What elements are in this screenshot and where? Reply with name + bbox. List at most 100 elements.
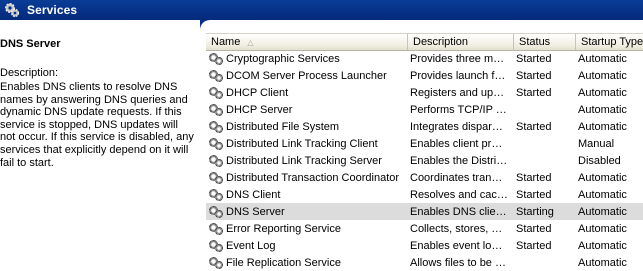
table-row[interactable]: Distributed Link Tracking Server Enables … — [206, 152, 643, 169]
service-name-cell: File Replication Service — [206, 256, 408, 270]
description-label: Description: — [0, 67, 59, 79]
table-row[interactable]: DNS Client Resolves and cac… Started Automa… — [206, 186, 643, 203]
gear-small — [215, 158, 223, 167]
service-name-cell: Event Log — [206, 239, 408, 253]
service-startup-type: Automatic — [578, 171, 627, 184]
service-name: DCOM Server Process Launcher — [226, 69, 387, 82]
service-gear-icon — [208, 86, 224, 100]
list-header: Name △ Description Status Startup Type — [206, 33, 643, 51]
service-description: Coordinates tran… — [410, 171, 503, 184]
gear-small — [215, 56, 223, 65]
service-name-cell: DHCP Server — [206, 103, 408, 117]
service-name: DNS Server — [226, 205, 285, 218]
service-status: Started — [516, 120, 552, 133]
gear-small — [215, 141, 223, 150]
window-title: Services — [27, 3, 78, 17]
service-startup-type: Automatic — [578, 52, 627, 65]
table-row[interactable]: DHCP Server Performs TCP/IP … Automatic — [206, 101, 643, 118]
service-name-cell: Cryptographic Services — [206, 52, 408, 66]
service-status: Started — [516, 171, 552, 184]
column-header-description[interactable]: Description — [408, 34, 514, 50]
table-row[interactable]: Distributed Link Tracking Client Enables … — [206, 135, 643, 152]
service-status: Started — [516, 222, 552, 235]
column-header-status[interactable]: Status — [514, 34, 576, 50]
table-row[interactable]: Distributed File System Integrates dispar… — [206, 118, 643, 135]
table-row[interactable]: File Replication Service Allows files to … — [206, 254, 643, 271]
service-name: Distributed File System — [226, 120, 340, 133]
table-row[interactable]: Event Log Enables event lo… Started Automat… — [206, 237, 643, 254]
table-row[interactable]: Cryptographic Services Provides three m… S… — [206, 50, 643, 67]
selected-service-name: DNS Server — [0, 38, 61, 50]
table-row[interactable]: DCOM Server Process Launcher Provides lau… — [206, 67, 643, 84]
service-description: Collects, stores, … — [410, 222, 503, 235]
service-description: Enables the Distri… — [410, 154, 508, 167]
service-gear-icon — [208, 69, 224, 83]
service-startup-type: Automatic — [578, 103, 627, 116]
column-header-startup-type[interactable]: Startup Type — [576, 34, 643, 50]
service-name-cell: DHCP Client — [206, 86, 408, 100]
service-startup-type: Automatic — [578, 256, 627, 269]
service-status: Starting — [516, 205, 554, 218]
gear-small — [215, 90, 223, 99]
gear-small — [215, 175, 223, 184]
column-header-name-label: Name — [211, 36, 241, 48]
service-name: Event Log — [226, 239, 276, 252]
extended-detail-pane: DNS Server Description: Enables DNS clie… — [0, 20, 200, 265]
service-status: Started — [516, 239, 552, 252]
service-name-cell: DNS Client — [206, 188, 408, 202]
service-name-cell: Distributed Transaction Coordinator — [206, 171, 408, 185]
service-gear-icon — [208, 52, 224, 66]
service-startup-type: Automatic — [578, 188, 627, 201]
service-status: Started — [516, 86, 552, 99]
service-startup-type: Disabled — [578, 154, 621, 167]
service-name-cell: DNS Server — [206, 205, 408, 219]
sort-ascending-icon: △ — [247, 38, 254, 47]
service-description: Enables event lo… — [410, 239, 503, 252]
service-description: Provides launch f… — [410, 69, 506, 82]
service-name: File Replication Service — [226, 256, 341, 269]
service-gear-icon — [208, 188, 224, 202]
service-startup-type: Manual — [578, 137, 615, 150]
service-name: DHCP Client — [226, 86, 289, 99]
table-row[interactable]: DHCP Client Registers and up… Started Autom… — [206, 84, 643, 101]
gear-small — [215, 243, 223, 252]
service-description: Resolves and cac… — [410, 188, 508, 201]
gear-small — [215, 226, 223, 235]
gear-small — [215, 107, 223, 116]
service-startup-type: Automatic — [578, 222, 627, 235]
service-gear-icon — [208, 137, 224, 151]
table-row[interactable]: Distributed Transaction Coordinator Coord… — [206, 169, 643, 186]
service-name-cell: Distributed File System — [206, 120, 408, 134]
table-row[interactable]: Error Reporting Service Collects, stores,… — [206, 220, 643, 237]
service-name-cell: Distributed Link Tracking Server — [206, 154, 408, 168]
service-gear-icon — [208, 256, 224, 270]
service-gear-icon — [208, 205, 224, 219]
service-startup-type: Automatic — [578, 239, 627, 252]
services-list: Cryptographic Services Provides three m… S… — [206, 50, 643, 271]
table-row[interactable]: DNS Server Enables DNS clie… Starting Autom… — [206, 203, 643, 220]
column-header-name[interactable]: Name △ — [206, 34, 408, 50]
service-name-cell: DCOM Server Process Launcher — [206, 69, 408, 83]
service-name-cell: Error Reporting Service — [206, 222, 408, 236]
gear-small — [215, 73, 223, 82]
services-gear-icon — [4, 2, 20, 18]
service-description: Enables DNS clie… — [410, 205, 507, 218]
service-status: Started — [516, 69, 552, 82]
service-description: Provides three m… — [410, 52, 505, 65]
service-name: Cryptographic Services — [226, 52, 340, 65]
service-description: Registers and up… — [410, 86, 505, 99]
service-gear-icon — [208, 103, 224, 117]
service-gear-icon — [208, 120, 224, 134]
service-startup-type: Automatic — [578, 86, 627, 99]
service-name: Distributed Transaction Coordinator — [226, 171, 400, 184]
window-title-bar: Services — [0, 0, 643, 20]
column-header-description-label: Description — [413, 36, 469, 48]
service-gear-icon — [208, 239, 224, 253]
gear-small — [215, 192, 223, 201]
gear-small — [215, 209, 223, 218]
service-startup-type: Automatic — [578, 120, 627, 133]
service-gear-icon — [208, 222, 224, 236]
service-description: Performs TCP/IP … — [410, 103, 507, 116]
service-description: Allows files to be … — [410, 256, 506, 269]
service-status: Started — [516, 188, 552, 201]
